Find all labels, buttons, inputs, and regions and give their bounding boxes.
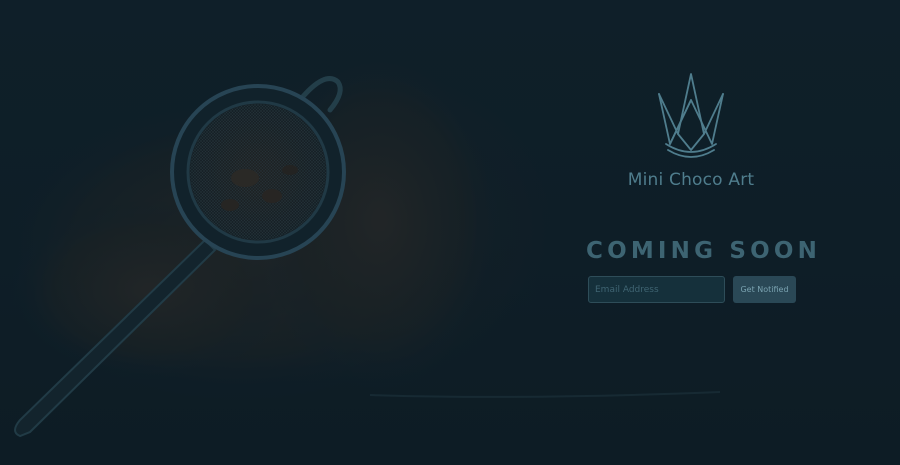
get-notified-button[interactable]: Get Notified	[733, 276, 796, 303]
sieve-over-cocoa-powder-image	[5, 50, 721, 438]
email-input[interactable]	[588, 276, 725, 303]
page-title: COMING SOON	[586, 238, 822, 264]
coming-soon-page: Mini Choco Art COMING SOON Get Notified	[0, 0, 900, 465]
brand: Mini Choco Art	[600, 72, 782, 190]
signup-form: Get Notified	[588, 276, 796, 303]
brand-name: Mini Choco Art	[627, 170, 755, 190]
crown-logo-icon	[658, 73, 724, 158]
